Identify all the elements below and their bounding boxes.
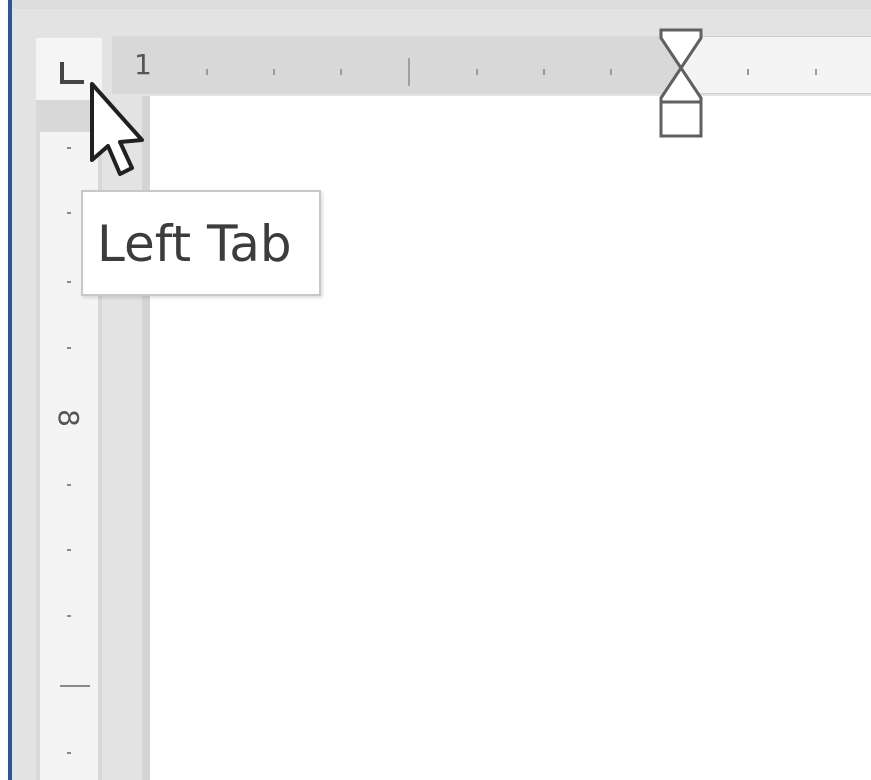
window-top-edge — [0, 0, 871, 9]
hanging-indent-icon — [659, 28, 703, 138]
tooltip: Left Tab — [81, 190, 321, 296]
ruler-tick — [67, 212, 71, 214]
word-document-window: 1 8 Left Tab — [0, 0, 871, 780]
window-left-accent — [0, 0, 12, 780]
indent-marker[interactable] — [658, 28, 704, 140]
ruler-tick — [67, 615, 71, 617]
tab-selector-button[interactable] — [36, 38, 102, 100]
ruler-tick — [543, 69, 545, 75]
ruler-tick — [67, 752, 71, 754]
ruler-tick — [206, 69, 208, 75]
horizontal-ruler-margin[interactable] — [112, 36, 682, 94]
ruler-tick — [67, 281, 71, 283]
ruler-tick — [67, 549, 71, 551]
ruler-tick-half-inch — [60, 685, 90, 687]
ruler-tick — [610, 69, 612, 75]
ruler-tick — [67, 484, 71, 486]
ruler-tick — [747, 69, 749, 75]
ruler-tick — [67, 347, 71, 349]
ruler-tick — [340, 69, 342, 75]
ruler-tick — [67, 147, 71, 149]
ruler-tick — [273, 69, 275, 75]
ruler-tick-half-inch — [408, 58, 410, 86]
horizontal-ruler-number: 1 — [134, 48, 152, 81]
left-tab-icon — [60, 62, 84, 84]
ruler-tick — [476, 69, 478, 75]
vertical-ruler-number: 8 — [52, 409, 85, 427]
horizontal-ruler-text-area[interactable] — [682, 36, 871, 94]
tooltip-text: Left Tab — [97, 215, 292, 273]
ruler-tick — [815, 69, 817, 75]
